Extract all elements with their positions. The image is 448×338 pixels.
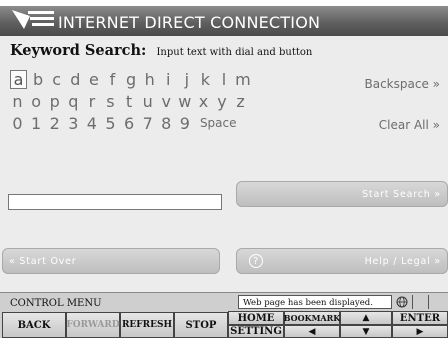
char-key[interactable]: m xyxy=(235,70,251,89)
backspace-button[interactable]: Backspace » xyxy=(365,77,441,91)
char-key[interactable]: b xyxy=(31,70,46,89)
char-key[interactable]: c xyxy=(49,70,64,89)
char-key[interactable]: r xyxy=(84,92,99,111)
char-key[interactable]: n xyxy=(10,92,25,111)
char-key[interactable]: u xyxy=(140,92,155,111)
start-search-label: Start Search » xyxy=(362,188,441,200)
globe-icon xyxy=(394,295,410,309)
char-key[interactable]: x xyxy=(196,92,211,111)
char-key[interactable]: p xyxy=(47,92,62,111)
char-key[interactable]: 5 xyxy=(103,114,118,133)
char-key[interactable]: f xyxy=(105,70,120,89)
start-over-label: « Start Over xyxy=(9,255,77,267)
char-row-digits: 0 1 2 3 4 5 6 7 8 9 Space xyxy=(10,112,237,134)
char-key[interactable]: i xyxy=(161,70,176,89)
forward-button[interactable]: FORWARD xyxy=(66,312,120,338)
keyword-search-heading: Keyword Search: Input text with dial and… xyxy=(10,40,312,59)
char-key[interactable]: 2 xyxy=(47,114,62,133)
down-arrow-button[interactable]: ▼ xyxy=(340,325,392,338)
char-row-letters-n-z: nopqrstuvwxyz xyxy=(10,90,252,112)
arrow-up-icon: ▲ xyxy=(362,313,370,323)
help-icon: ? xyxy=(249,254,263,268)
char-key[interactable]: 6 xyxy=(122,114,137,133)
setting-button[interactable]: SETTING xyxy=(228,325,284,338)
char-key[interactable]: s xyxy=(103,92,118,111)
up-arrow-button[interactable]: ▲ xyxy=(340,311,392,325)
home-button[interactable]: HOME xyxy=(228,311,284,325)
logo-icon xyxy=(12,10,54,29)
arrow-right-icon: ▶ xyxy=(416,326,424,337)
char-key[interactable]: w xyxy=(177,92,192,111)
char-key[interactable]: 8 xyxy=(159,114,174,133)
stop-button[interactable]: STOP xyxy=(174,312,228,338)
help-legal-button[interactable]: ? Help / Legal » xyxy=(236,248,448,274)
help-legal-label: Help / Legal » xyxy=(364,255,441,267)
char-key[interactable]: q xyxy=(66,92,81,111)
char-key[interactable]: 0 xyxy=(10,114,25,133)
char-key[interactable]: h xyxy=(142,70,157,89)
char-key[interactable]: y xyxy=(215,92,230,111)
char-key[interactable]: k xyxy=(198,70,213,89)
char-key[interactable]: a xyxy=(10,69,27,89)
char-key[interactable]: g xyxy=(124,70,139,89)
char-key[interactable]: z xyxy=(233,92,248,111)
arrow-down-icon: ▼ xyxy=(362,326,370,337)
right-arrow-button[interactable]: ▶ xyxy=(392,325,448,338)
control-menu-label: CONTROL MENU xyxy=(10,298,102,309)
start-over-button[interactable]: « Start Over xyxy=(2,248,220,274)
left-arrow-button[interactable]: ◀ xyxy=(284,325,340,338)
header-title: INTERNET DIRECT CONNECTION xyxy=(58,13,321,32)
char-key[interactable]: 3 xyxy=(66,114,81,133)
char-key[interactable]: t xyxy=(122,92,137,111)
arrow-left-icon: ◀ xyxy=(308,326,316,337)
search-input[interactable] xyxy=(8,194,222,210)
status-indicator-1 xyxy=(412,295,428,309)
char-key[interactable]: e xyxy=(86,70,101,89)
char-key[interactable]: 7 xyxy=(140,114,155,133)
char-key[interactable]: o xyxy=(29,92,44,111)
char-key[interactable]: l xyxy=(217,70,232,89)
char-key[interactable]: 4 xyxy=(84,114,99,133)
status-indicator-2 xyxy=(428,295,444,309)
char-key[interactable]: 1 xyxy=(29,114,44,133)
char-key[interactable]: 9 xyxy=(177,114,192,133)
refresh-button[interactable]: REFRESH xyxy=(120,312,174,338)
char-row-letters-a-m: abcdefghijklm xyxy=(10,68,254,90)
char-key[interactable]: j xyxy=(179,70,194,89)
space-key[interactable]: Space xyxy=(200,116,237,130)
status-message: Web page has been displayed. xyxy=(238,295,392,309)
char-key[interactable]: d xyxy=(68,70,83,89)
bookmark-button[interactable]: BOOKMARK xyxy=(284,311,340,325)
app-header: INTERNET DIRECT CONNECTION xyxy=(0,0,448,36)
keyword-search-title: Keyword Search: xyxy=(10,42,147,59)
char-key[interactable]: v xyxy=(159,92,174,111)
back-button[interactable]: BACK xyxy=(2,312,66,338)
enter-button[interactable]: ENTER xyxy=(392,311,448,325)
keyword-search-hint: Input text with dial and button xyxy=(156,47,313,58)
clear-all-button[interactable]: Clear All » xyxy=(379,118,440,132)
start-search-button[interactable]: Start Search » xyxy=(236,181,448,207)
